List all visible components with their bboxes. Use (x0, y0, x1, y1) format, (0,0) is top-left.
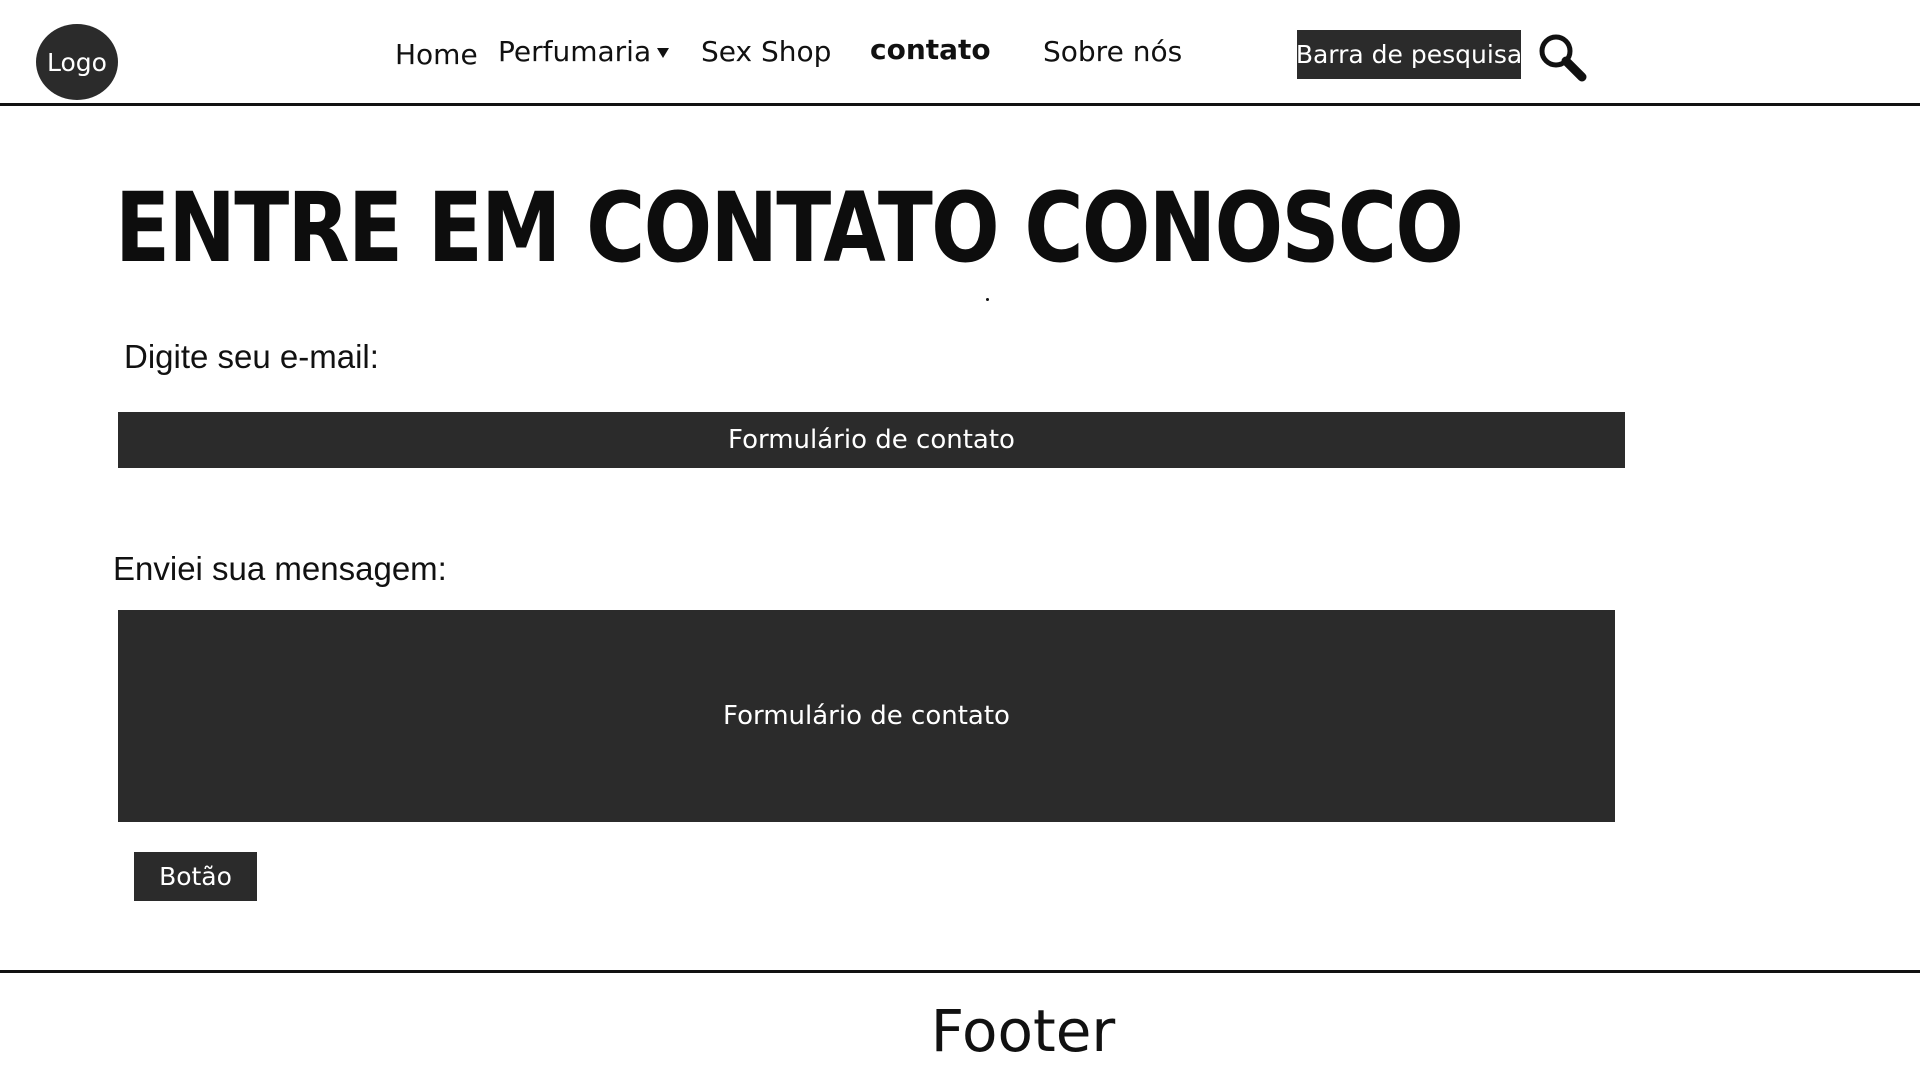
nav-item-perfumaria[interactable]: Perfumaria (498, 34, 670, 70)
message-field[interactable]: Formulário de contato (118, 610, 1615, 822)
site-header: Logo Home Perfumaria Sex Shop contato So… (0, 0, 1920, 106)
stray-dot (986, 298, 989, 301)
search-bar[interactable]: Barra de pesquisa (1296, 30, 1522, 79)
email-field[interactable]: Formulário de contato (118, 412, 1625, 468)
caret-down-icon (657, 48, 670, 58)
email-label: Digite seu e-mail: (124, 338, 379, 375)
message-label: Enviei sua mensagem: (113, 550, 447, 587)
nav-item-home[interactable]: Home (395, 37, 478, 73)
nav-item-contato[interactable]: contato (870, 32, 991, 68)
nav-item-perfumaria-label: Perfumaria (498, 35, 652, 68)
logo[interactable]: Logo (36, 24, 118, 100)
footer-text: Footer (930, 997, 1116, 1065)
submit-button[interactable]: Botão (134, 852, 257, 901)
nav-item-sex-shop[interactable]: Sex Shop (701, 34, 831, 70)
page-title: ENTRE EM CONTATO CONOSCO (115, 172, 1464, 284)
nav-item-sobre-nos[interactable]: Sobre nós (1043, 34, 1182, 70)
site-footer: Footer (0, 970, 1920, 1080)
page: Logo Home Perfumaria Sex Shop contato So… (0, 0, 1920, 1080)
magnifier-icon[interactable] (1536, 31, 1588, 83)
